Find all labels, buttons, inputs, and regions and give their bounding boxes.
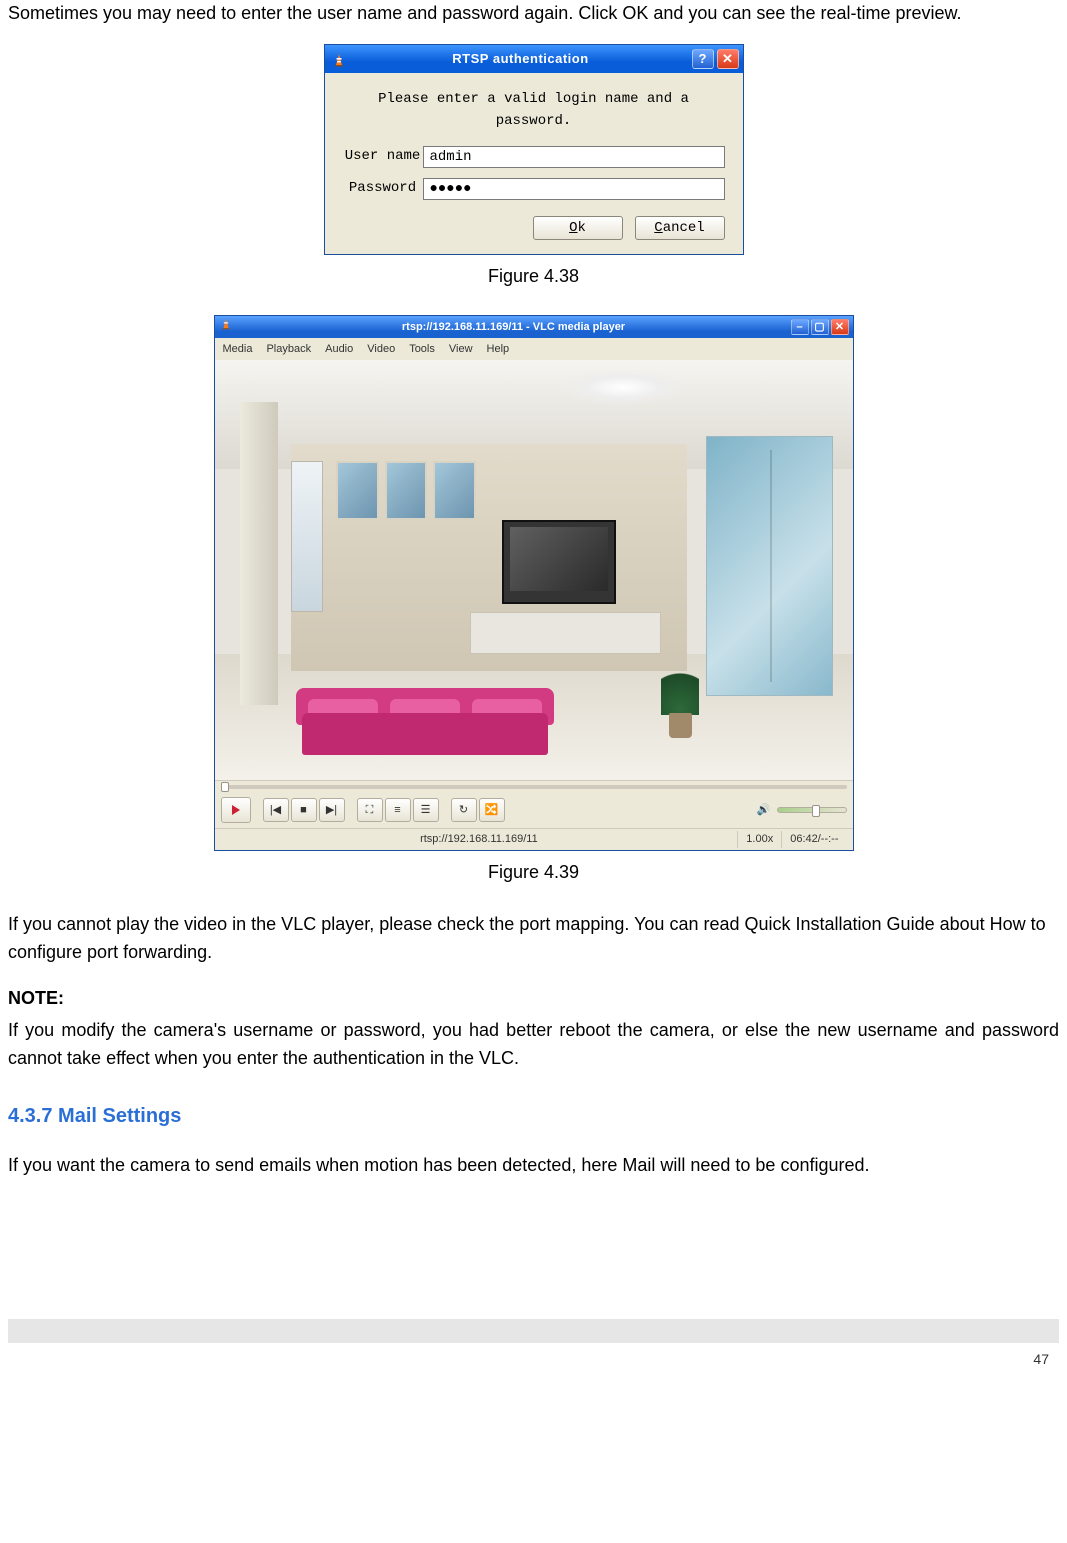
ext-settings-button[interactable]: ≡: [385, 798, 411, 822]
seek-bar[interactable]: [215, 780, 853, 792]
figure-4-38-wrap: RTSP authentication ? ✕ Please enter a v…: [8, 44, 1059, 255]
note-paragraph: If you modify the camera's username or p…: [8, 1017, 1059, 1073]
next-button[interactable]: ▶|: [319, 798, 345, 822]
username-input[interactable]: [423, 146, 725, 168]
page-number: 47: [8, 1343, 1059, 1371]
window-minimize-button[interactable]: –: [791, 319, 809, 335]
dialog-help-button[interactable]: ?: [692, 49, 714, 69]
cancel-button[interactable]: Cancel: [635, 216, 725, 240]
dialog-close-button[interactable]: ✕: [717, 49, 739, 69]
loop-icon: ↻: [459, 802, 468, 819]
play-icon: [232, 805, 240, 815]
ok-rest: k: [578, 220, 586, 236]
vlc-video-area: [215, 360, 853, 780]
dialog-titlebar: RTSP authentication ? ✕: [325, 45, 743, 73]
stop-button[interactable]: ■: [291, 798, 317, 822]
stop-icon: ■: [300, 802, 307, 819]
window-close-button[interactable]: ✕: [831, 319, 849, 335]
vlc-title: rtsp://192.168.11.169/11 - VLC media pla…: [237, 319, 791, 336]
prev-button[interactable]: |◀: [263, 798, 289, 822]
username-label: User name: [343, 146, 423, 168]
vlc-titlebar: rtsp://192.168.11.169/11 - VLC media pla…: [215, 316, 853, 338]
volume-slider[interactable]: [777, 807, 847, 813]
fullscreen-button[interactable]: ⛶: [357, 798, 383, 822]
skip-next-icon: ▶|: [326, 802, 337, 819]
fullscreen-icon: ⛶: [366, 802, 374, 819]
after-figure-paragraph: If you cannot play the video in the VLC …: [8, 911, 1059, 967]
figure-4-39-wrap: rtsp://192.168.11.169/11 - VLC media pla…: [8, 315, 1059, 851]
figure-4-39-caption: Figure 4.39: [8, 859, 1059, 887]
section-heading-mail-settings: 4.3.7 Mail Settings: [8, 1101, 1059, 1132]
menu-video[interactable]: Video: [367, 341, 395, 358]
note-label: NOTE:: [8, 985, 1059, 1013]
figure-4-38-caption: Figure 4.38: [8, 263, 1059, 291]
playlist-button[interactable]: ☰: [413, 798, 439, 822]
menu-help[interactable]: Help: [487, 341, 510, 358]
status-speed: 1.00x: [737, 831, 781, 848]
vlc-menubar: Media Playback Audio Video Tools View He…: [215, 338, 853, 360]
password-label: Password: [343, 178, 423, 200]
dialog-prompt: Please enter a valid login name and a pa…: [343, 89, 725, 132]
dialog-title: RTSP authentication: [353, 49, 689, 69]
page-footer: 47: [8, 1319, 1059, 1371]
vlc-cone-icon: [220, 318, 232, 336]
equalizer-icon: ≡: [394, 802, 400, 819]
menu-media[interactable]: Media: [223, 341, 253, 358]
window-maximize-button[interactable]: ▢: [811, 319, 829, 335]
skip-prev-icon: |◀: [270, 802, 281, 819]
status-time: 06:42/--:--: [781, 831, 846, 848]
mail-paragraph: If you want the camera to send emails wh…: [8, 1152, 1059, 1180]
menu-tools[interactable]: Tools: [409, 341, 435, 358]
menu-audio[interactable]: Audio: [325, 341, 353, 358]
intro-paragraph: Sometimes you may need to enter the user…: [8, 0, 1059, 28]
speaker-icon[interactable]: 🔊: [757, 802, 771, 819]
vlc-controls: |◀ ■ ▶| ⛶ ≡ ☰ ↻ 🔀 🔊: [215, 792, 853, 828]
play-button[interactable]: [221, 797, 251, 823]
cancel-rest: ancel: [663, 220, 705, 236]
rtsp-auth-dialog: RTSP authentication ? ✕ Please enter a v…: [324, 44, 744, 255]
loop-button[interactable]: ↻: [451, 798, 477, 822]
menu-view[interactable]: View: [449, 341, 473, 358]
menu-playback[interactable]: Playback: [266, 341, 311, 358]
playlist-icon: ☰: [421, 802, 431, 819]
status-url: rtsp://192.168.11.169/11: [221, 831, 738, 848]
shuffle-icon: 🔀: [485, 802, 499, 819]
password-input[interactable]: [423, 178, 725, 200]
vlc-window: rtsp://192.168.11.169/11 - VLC media pla…: [214, 315, 854, 851]
vlc-cone-icon: [331, 51, 347, 67]
vlc-statusbar: rtsp://192.168.11.169/11 1.00x 06:42/--:…: [215, 828, 853, 850]
shuffle-button[interactable]: 🔀: [479, 798, 505, 822]
ok-button[interactable]: Ok: [533, 216, 623, 240]
